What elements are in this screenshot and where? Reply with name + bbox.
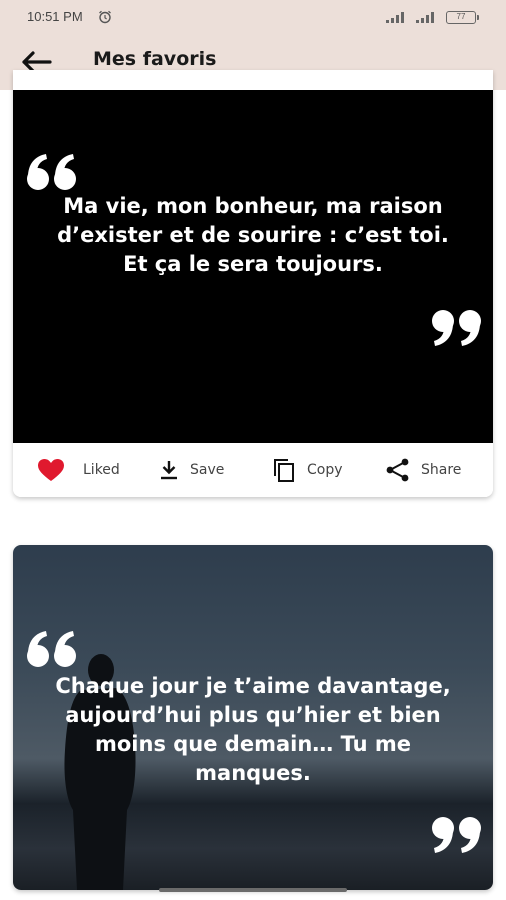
signal-icon [386,12,404,23]
save-button[interactable]: Save [158,443,224,497]
favorite-card: Ma vie, mon bonheur, ma raison d’exister… [13,70,493,497]
copy-label: Copy [307,462,343,478]
alarm-icon [99,10,111,24]
share-icon [386,458,409,482]
heart-icon [38,459,64,481]
share-label: Share [421,462,462,478]
copy-button[interactable]: Copy [271,443,343,497]
quote-text: Chaque jour je t’aime davantage, aujourd… [55,674,451,785]
save-label: Save [190,462,225,478]
open-quote-icon [27,631,76,667]
status-bar: 10:51 PM 77 [0,0,506,34]
close-quote-icon [432,310,481,346]
liked-button[interactable]: Liked [37,443,120,497]
copy-icon [274,459,294,482]
share-button[interactable]: Share [385,443,461,497]
status-time: 10:51 PM [27,9,83,24]
quote-text: Ma vie, mon bonheur, ma raison d’exister… [57,194,449,276]
action-bar: Liked Save Copy Share [13,443,493,497]
signal-icon-2 [416,12,434,23]
open-quote-icon [27,154,76,190]
quote-image[interactable]: Chaque jour je t’aime davantage, aujourd… [13,545,493,890]
battery-icon: 77 [446,11,479,24]
liked-label: Liked [83,462,120,478]
download-icon [161,461,177,480]
quote-image[interactable]: Ma vie, mon bonheur, ma raison d’exister… [13,90,493,443]
page-title: Mes favoris [93,48,217,70]
favorite-card: Chaque jour je t’aime davantage, aujourd… [13,545,493,890]
close-quote-icon [432,817,481,853]
gesture-nav-bar[interactable] [159,888,347,892]
